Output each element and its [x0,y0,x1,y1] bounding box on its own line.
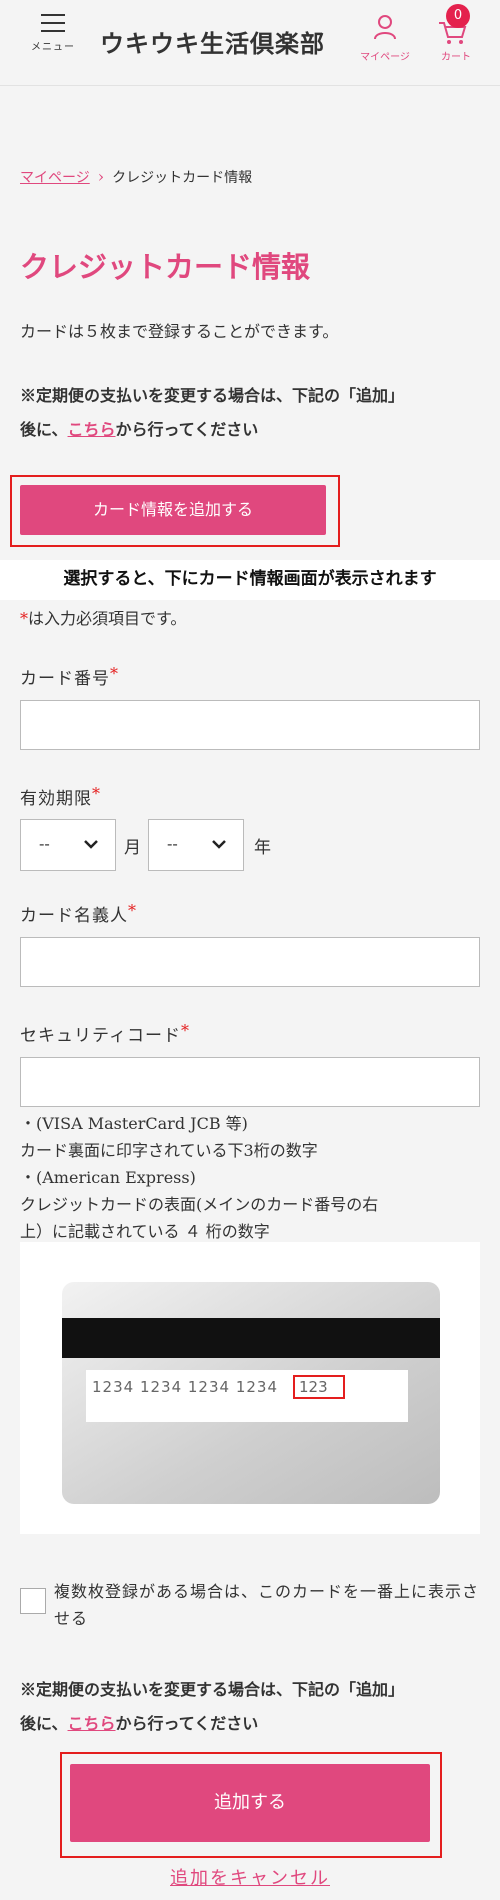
security-code-label: セキュリティコード* [20,1021,190,1046]
site-logo[interactable]: ウキウキ生活倶楽部 [100,24,325,59]
annotation-banner: 選択すると、下にカード情報画面が表示されます [0,560,500,600]
card-number-input[interactable] [20,700,480,750]
security-note-line: カード裏面に印字されている下3桁の数字 [20,1141,318,1160]
site-header: メニュー ウキウキ生活倶楽部 マイページ 0 カート [0,0,500,86]
expiry-year-select[interactable]: -- [148,819,244,871]
cart-count-badge: 0 [446,4,470,28]
security-code-input[interactable] [20,1057,480,1107]
notice-top-line2: 後に、こちらから行ってください [20,416,258,440]
security-digits-sample: 123 [299,1378,328,1396]
security-note-line: ・(VISA MasterCard JCB 等) [20,1114,248,1133]
cancel-link[interactable]: 追加をキャンセル [0,1864,500,1890]
required-note-text: は入力必須項目です。 [28,609,187,628]
card-number-sample: 1234 1234 1234 1234 [92,1378,278,1396]
credit-card-back-icon: 1234 1234 1234 1234 123 [62,1282,440,1504]
notice-top-line1: ※定期便の支払いを変更する場合は、下記の「追加」 [20,386,405,405]
security-code-note: ・(VISA MasterCard JCB 等) カード裏面に印字されている下3… [20,1110,490,1245]
mypage-button[interactable]: マイページ [355,14,415,63]
menu-label: メニュー [31,42,75,53]
card-holder-input[interactable] [20,937,480,987]
expiry-month-value: -- [39,834,50,853]
set-default-checkbox-label[interactable]: 複数枚登録がある場合は、このカードを一番上に表示させる [54,1578,484,1632]
card-back-illustration: 1234 1234 1234 1234 123 [20,1242,480,1534]
expiry-year-value: -- [167,834,178,853]
security-note-line: 上）に記載されている ４ 桁の数字 [20,1222,270,1241]
chevron-right-icon: › [97,167,105,186]
notice-bottom-link[interactable]: こちら [68,1714,116,1733]
notice-bottom-line2: 後に、こちらから行ってください [20,1710,258,1734]
cart-label: カート [441,52,471,63]
notice-bottom-suffix: から行ってください [115,1714,259,1733]
notice-bottom-line1: ※定期便の支払いを変更する場合は、下記の「追加」 [20,1680,405,1699]
breadcrumb-mypage-link[interactable]: マイページ [20,170,90,186]
notice-top-prefix: 後に、 [20,420,68,439]
year-unit: 年 [254,838,271,858]
required-mark: * [128,901,137,920]
card-holder-label-text: カード名義人 [20,906,128,926]
required-mark: * [92,784,101,803]
page-title: クレジットカード情報 [20,250,311,284]
mypage-label: マイページ [360,52,410,63]
intro-text: カードは５枚まで登録することができます。 [20,322,339,341]
breadcrumb-current: クレジットカード情報 [112,170,253,186]
required-mark: * [180,1021,190,1040]
add-card-button[interactable]: カード情報を追加する [20,485,326,535]
chevron-down-icon [84,840,98,849]
card-holder-label: カード名義人* [20,901,137,926]
security-code-label-text: セキュリティコード [20,1026,181,1046]
month-unit: 月 [124,838,141,858]
user-icon [374,15,396,40]
notice-bottom-prefix: 後に、 [20,1714,68,1733]
required-mark: * [20,609,28,628]
cart-button[interactable]: 0 カート [432,4,480,63]
card-number-label-text: カード番号 [20,669,110,689]
notice-top-suffix: から行ってください [115,420,259,439]
expiry-label: 有効期限* [20,784,101,809]
set-default-checkbox[interactable] [20,1588,46,1614]
hamburger-icon [41,14,65,32]
menu-button[interactable]: メニュー [30,14,76,53]
expiry-label-text: 有効期限 [20,789,92,809]
required-note: *は入力必須項目です。 [20,605,186,629]
expiry-month-select[interactable]: -- [20,819,116,871]
security-note-line: ・(American Express) [20,1168,196,1187]
notice-top-link[interactable]: こちら [68,420,116,439]
submit-add-button[interactable]: 追加する [70,1764,430,1842]
security-note-line: クレジットカードの表面(メインのカード番号の右 [20,1195,379,1214]
breadcrumb: マイページ › クレジットカード情報 [20,167,252,187]
card-number-label: カード番号* [20,664,119,689]
required-mark: * [110,664,119,683]
chevron-down-icon [212,840,226,849]
